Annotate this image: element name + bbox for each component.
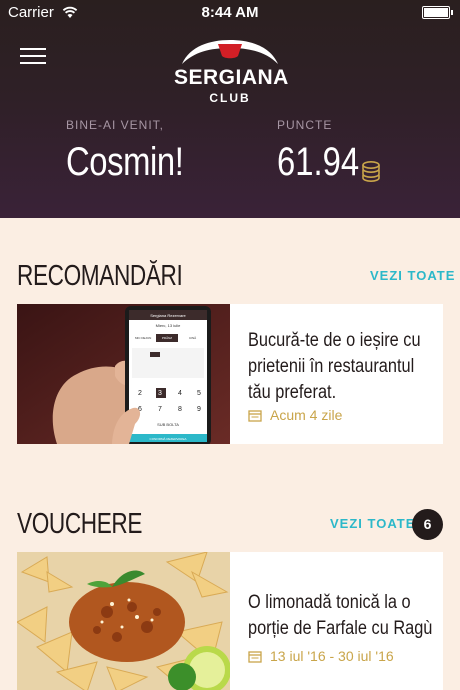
vouchers-title: VOUCHERE (17, 508, 143, 540)
recommendation-card-date: Acum 4 zile (270, 407, 343, 423)
vouchers-see-all-link[interactable]: VEZI TOATE (330, 516, 415, 531)
recommendation-image: Sergiana Rezervare Mierc, 13 iulie MIC D… (17, 304, 230, 444)
phone-tab-dinner: CINĂ (189, 336, 196, 340)
voucher-card-title: O limonadă tonică la o porție de Farfale… (248, 592, 433, 639)
voucher-card-meta: 13 iul '16 - 30 iul '16 (248, 648, 394, 664)
logo-club-text: CLUB (209, 91, 251, 105)
horns-logo-icon (182, 40, 278, 64)
phone-in-hand-image: Sergiana Rezervare Mierc, 13 iulie MIC D… (17, 304, 230, 444)
pasta-dish-image (17, 552, 230, 690)
clock: 8:44 AM (201, 4, 259, 21)
phone-person-5: 5 (197, 390, 201, 397)
voucher-card-date: 13 iul '16 - 30 iul '16 (270, 648, 394, 664)
phone-action: SUB BOLTA (157, 422, 179, 427)
phone-person-4: 4 (178, 390, 182, 397)
recommendations-title: RECOMANDĂRI (17, 260, 183, 292)
recommendation-card[interactable]: Sergiana Rezervare Mierc, 13 iulie MIC D… (17, 304, 443, 444)
voucher-image (17, 552, 230, 690)
logo-brand-text: SERGIANA (174, 66, 289, 89)
phone-person-3: 3 (158, 390, 162, 397)
phone-person-7: 7 (158, 406, 162, 413)
phone-app-title: Sergiana Rezervare (150, 313, 186, 318)
status-bar: Carrier 8:44 AM (0, 0, 460, 26)
hamburger-menu-icon[interactable] (20, 46, 46, 66)
voucher-card[interactable]: O limonadă tonică la o porție de Farfale… (17, 552, 443, 690)
recommendation-card-title: Bucură-te de o ieșire cu prietenii în re… (248, 330, 421, 403)
welcome-label: BINE-AI VENIT, (66, 118, 165, 132)
user-name: Cosmin! (66, 140, 184, 184)
phone-date: Mierc, 13 iulie (156, 323, 181, 328)
phone-person-9: 9 (197, 406, 201, 413)
battery-icon (422, 6, 453, 19)
sergiana-logo: SERGIANA CLUB (174, 38, 289, 110)
app-header: Carrier 8:44 AM SERGIANA CLUB BINE-AI VE… (0, 0, 460, 218)
phone-person-2: 2 (138, 390, 142, 397)
coins-icon (362, 160, 380, 182)
calendar-icon (248, 650, 262, 663)
vouchers-count-badge: 6 (412, 509, 443, 540)
points-label: PUNCTE (277, 118, 333, 132)
points-value: 61.94 (277, 140, 360, 184)
recommendation-card-meta: Acum 4 zile (248, 407, 342, 423)
phone-tab-lunch: PRÂNZ (162, 335, 172, 340)
calendar-icon (248, 409, 262, 422)
phone-tab-breakfast: MIC DEJUN (135, 336, 151, 340)
phone-footer: CONFIRMĂ REZERVAREA (150, 437, 187, 441)
phone-person-8: 8 (178, 406, 182, 413)
recommendations-see-all-link[interactable]: VEZI TOATE (370, 268, 455, 283)
